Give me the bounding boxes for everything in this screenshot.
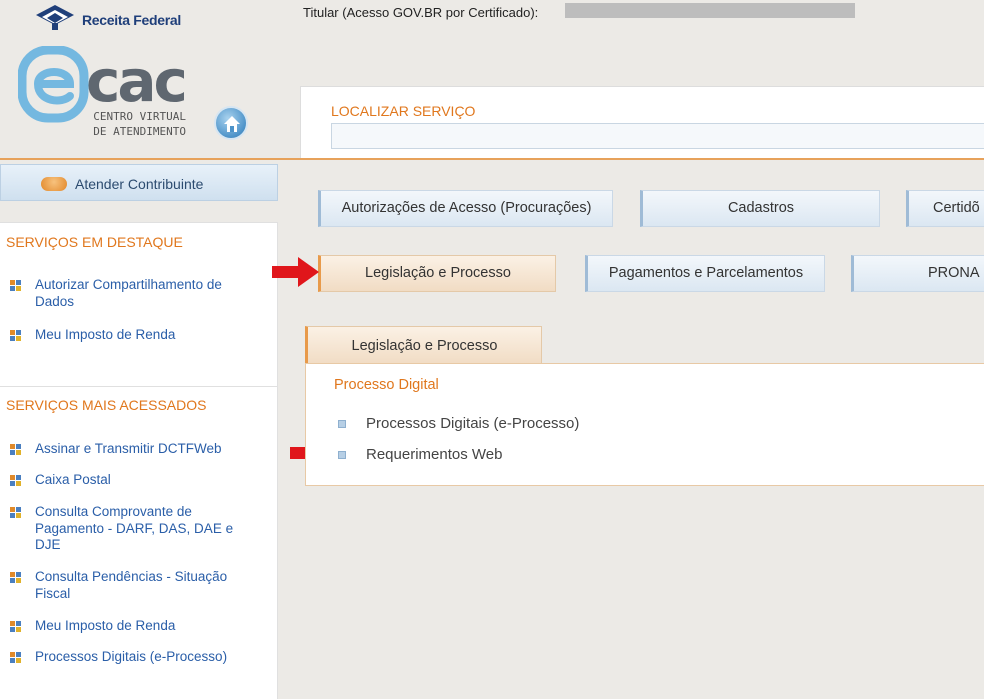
sidebar-item-label: Autorizar Compartilhamento de Dados xyxy=(35,277,222,309)
category-autorizacoes-acesso[interactable]: Autorizações de Acesso (Procurações) xyxy=(318,190,613,227)
service-bullet-icon xyxy=(10,444,22,456)
atender-pill-icon xyxy=(41,177,67,191)
sidebar-item-label: Processos Digitais (e-Processo) xyxy=(35,649,228,664)
sidebar-item-dctfweb[interactable]: Assinar e Transmitir DCTFWeb xyxy=(10,441,250,459)
receita-federal-emblem-icon xyxy=(36,5,74,30)
category-legislacao-processo[interactable]: Legislação e Processo xyxy=(318,255,556,292)
sidebar-panel: SERVIÇOS EM DESTAQUE Autorizar Compartil… xyxy=(0,222,278,699)
home-button[interactable] xyxy=(214,106,248,140)
service-bullet-icon xyxy=(10,621,22,633)
ecac-subtitle: CENTRO VIRTUAL DE ATENDIMENTO xyxy=(86,109,186,139)
sidebar-item-autorizar-compartilhamento[interactable]: Autorizar Compartilhamento de Dados xyxy=(10,277,250,311)
category-pagamentos-parcelamentos[interactable]: Pagamentos e Parcelamentos xyxy=(585,255,825,292)
tab-panel-content: Processo Digital Processos Digitais (e-P… xyxy=(305,363,984,486)
atender-contribuinte-button[interactable]: Atender Contribuinte xyxy=(0,164,278,201)
category-cadastros[interactable]: Cadastros xyxy=(640,190,880,227)
service-bullet-icon xyxy=(10,330,22,342)
titular-label: Titular (Acesso GOV.BR por Certificado): xyxy=(303,5,539,20)
sidebar-item-meu-imposto[interactable]: Meu Imposto de Renda xyxy=(10,618,250,636)
panel-heading-processo-digital: Processo Digital xyxy=(334,377,439,393)
sidebar-item-consulta-comprovante[interactable]: Consulta Comprovante de Pagamento - DARF… xyxy=(10,504,250,556)
service-bullet-icon xyxy=(10,475,22,487)
home-icon xyxy=(224,116,240,132)
annotation-arrow-icon xyxy=(272,257,319,287)
sidebar-item-processos-digitais[interactable]: Processos Digitais (e-Processo) xyxy=(10,649,250,683)
ecac-subtitle-line1: CENTRO VIRTUAL xyxy=(93,110,186,123)
service-bullet-icon xyxy=(10,572,22,584)
sidebar-item-label: Meu Imposto de Renda xyxy=(35,618,176,633)
category-certidoes[interactable]: Certidõ xyxy=(906,190,984,227)
header-divider xyxy=(0,158,984,160)
sidebar-item-label: Caixa Postal xyxy=(35,472,111,487)
service-bullet-icon xyxy=(10,652,22,664)
brand-name: Receita Federal xyxy=(82,12,181,28)
section-title-destaque: SERVIÇOS EM DESTAQUE xyxy=(6,234,183,250)
sidebar-item-consulta-pendencias[interactable]: Consulta Pendências - Situação Fiscal xyxy=(10,569,250,603)
sidebar-item-meu-imposto-destaque[interactable]: Meu Imposto de Renda xyxy=(10,327,250,345)
square-bullet-icon xyxy=(338,451,346,459)
sidebar-item-label: Consulta Pendências - Situação Fiscal xyxy=(35,569,228,601)
service-link-label: Processos Digitais (e-Processo) xyxy=(366,415,580,432)
search-panel: LOCALIZAR SERVIÇO xyxy=(300,86,984,160)
receita-federal-logo[interactable]: Receita Federal xyxy=(32,3,192,33)
tab-legislacao-processo[interactable]: Legislação e Processo xyxy=(305,326,542,364)
ecac-logo[interactable]: cac CENTRO VIRTUAL DE ATENDIMENTO xyxy=(18,46,193,146)
category-pronampe[interactable]: PRONA xyxy=(851,255,984,292)
ecac-wordmark: cac xyxy=(86,47,188,115)
sidebar-item-label: Assinar e Transmitir DCTFWeb xyxy=(35,441,222,456)
ecac-e-logo-icon xyxy=(18,46,89,123)
ecac-subtitle-line2: DE ATENDIMENTO xyxy=(93,125,186,138)
section-title-mais-acessados: SERVIÇOS MAIS ACESSADOS xyxy=(6,397,207,413)
search-input[interactable] xyxy=(331,123,984,149)
sidebar-item-label: Meu Imposto de Renda xyxy=(35,327,176,342)
service-bullet-icon xyxy=(10,507,22,519)
square-bullet-icon xyxy=(338,420,346,428)
titular-name-redacted xyxy=(565,3,855,18)
sidebar-item-label: Consulta Comprovante de Pagamento - DARF… xyxy=(35,504,234,552)
search-label: LOCALIZAR SERVIÇO xyxy=(331,103,476,119)
service-link-label: Requerimentos Web xyxy=(366,446,503,463)
service-bullet-icon xyxy=(10,280,22,292)
sidebar-item-caixa-postal[interactable]: Caixa Postal xyxy=(10,472,250,490)
section-divider xyxy=(0,386,278,387)
atender-contribuinte-label: Atender Contribuinte xyxy=(75,176,204,192)
